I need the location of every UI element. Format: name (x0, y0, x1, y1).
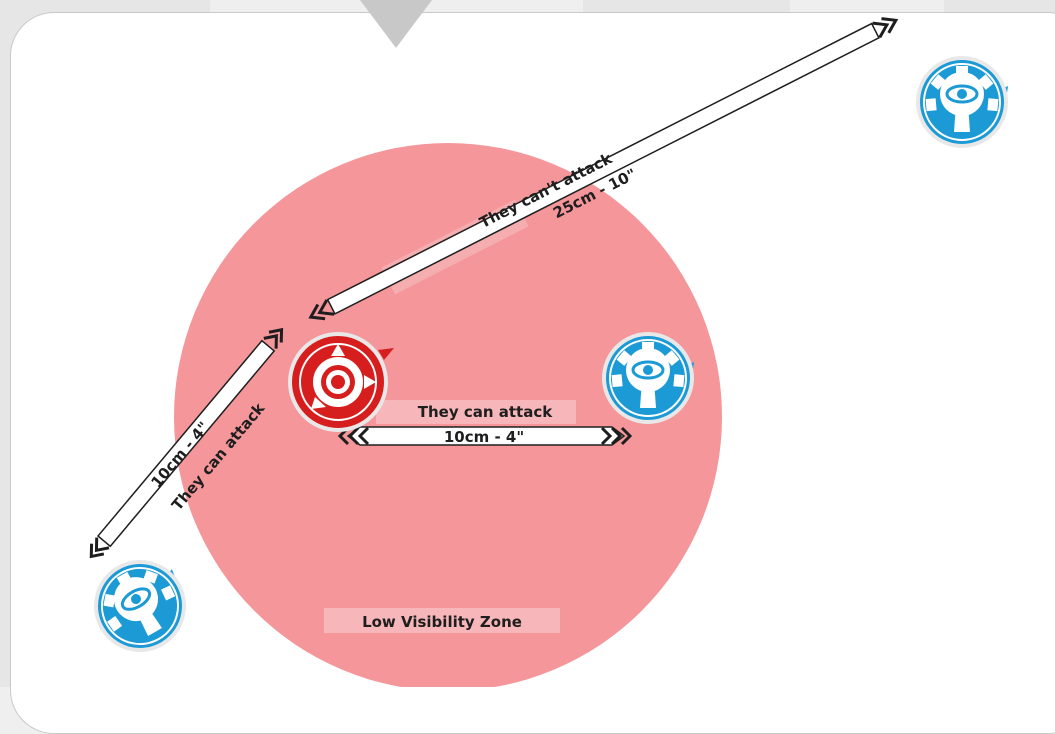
friendly-token-far-icon (916, 56, 1010, 148)
friendly-token-near-left-icon (77, 542, 204, 669)
near-right-status-label: They can attack (418, 403, 553, 421)
near-right-distance-label: 10cm - 4" (444, 428, 524, 446)
top-pointer-icon (360, 0, 432, 48)
zone-label: Low Visibility Zone (362, 613, 522, 631)
range-diagram: They can't attack 25cm - 10" They can at… (77, 0, 1010, 687)
friendly-token-near-right-icon (602, 332, 696, 424)
